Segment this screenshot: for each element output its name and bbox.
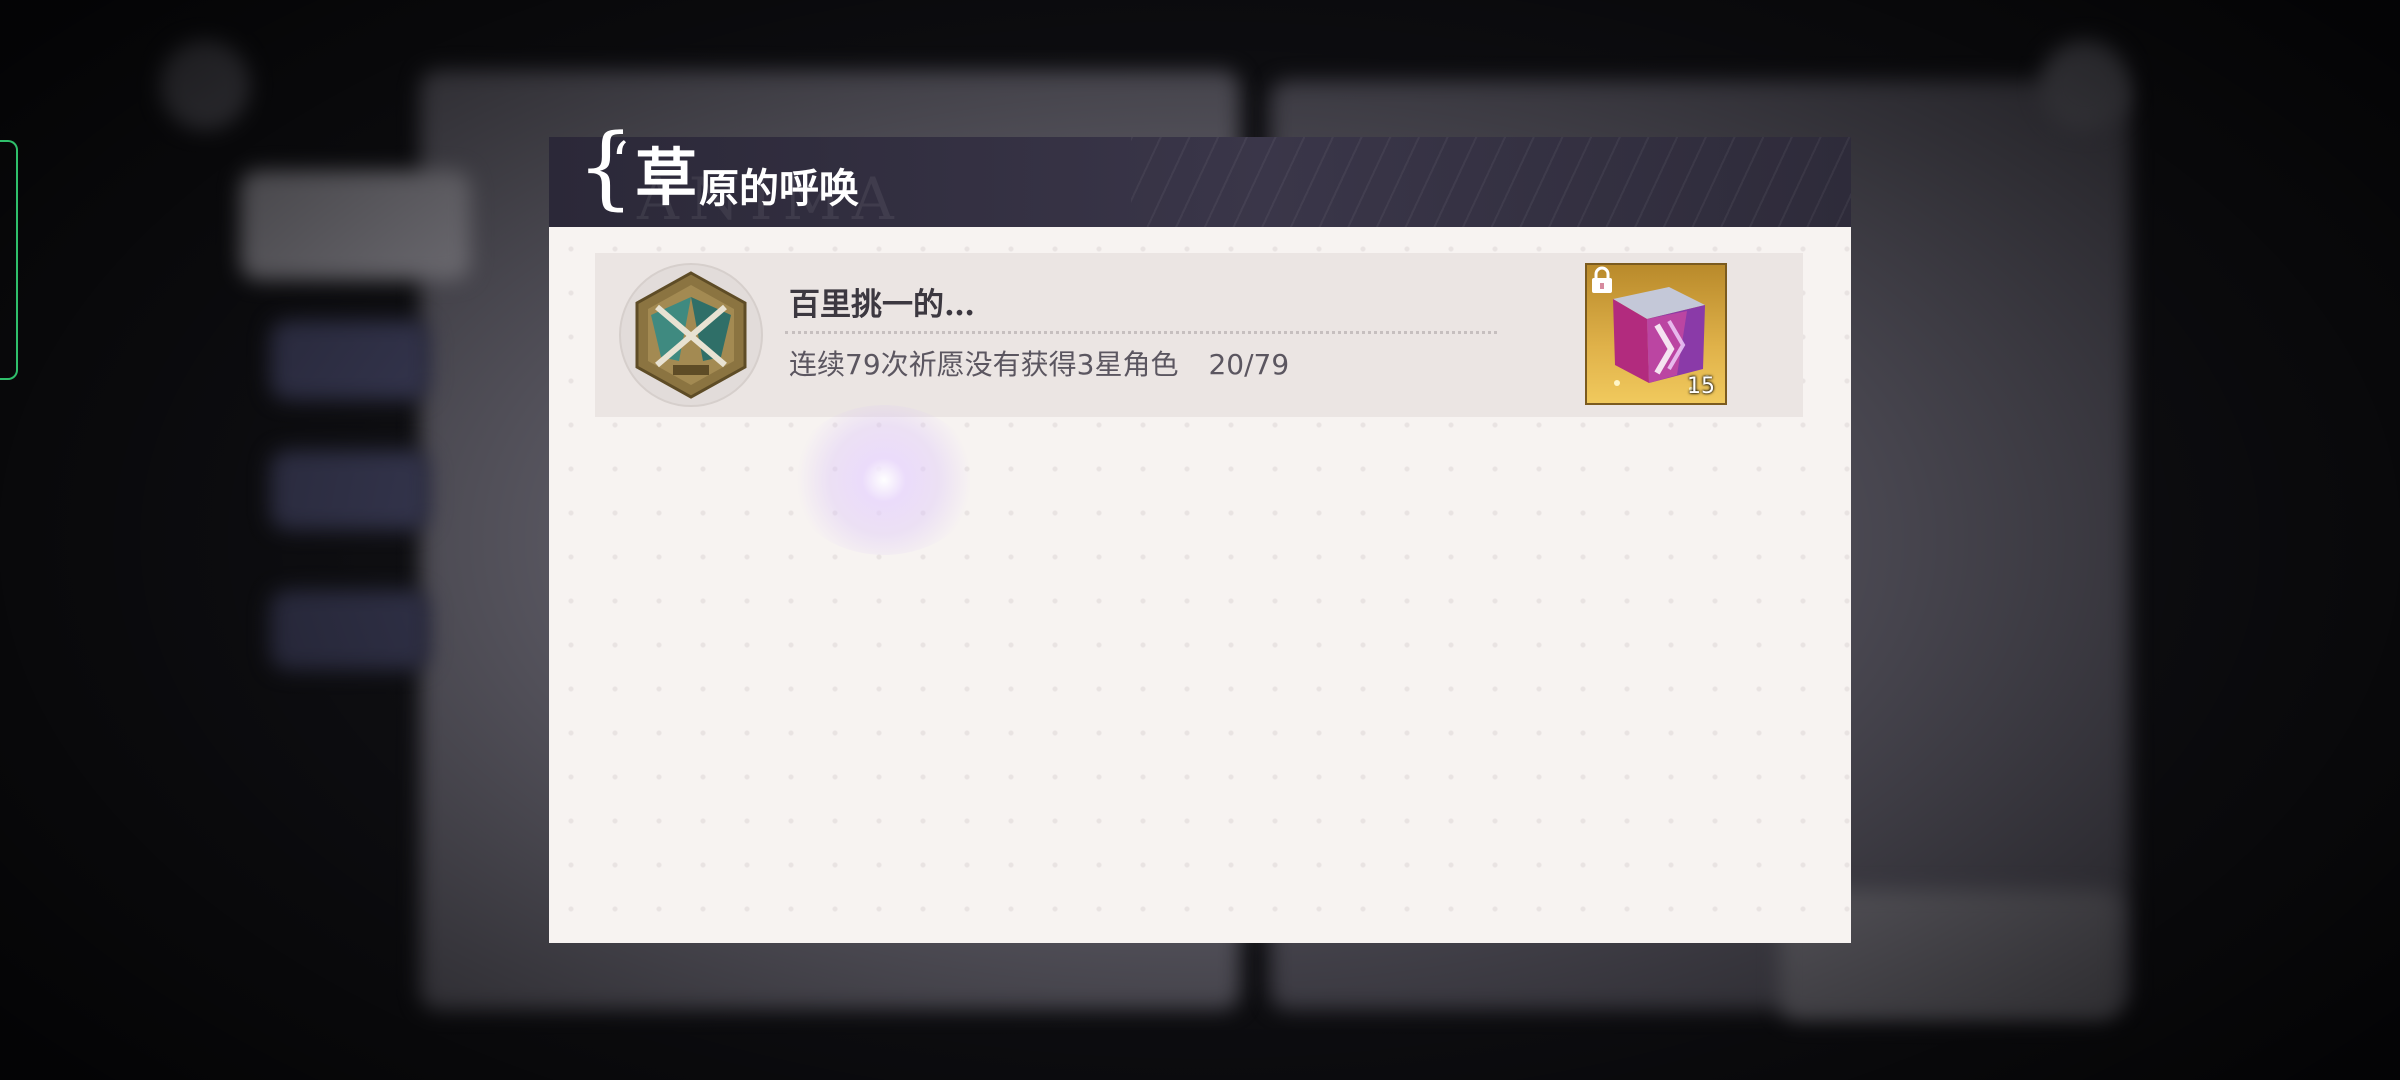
side-focus-marker — [0, 140, 18, 380]
dialog-title: 草 原的呼唤 — [635, 123, 859, 227]
divider — [785, 331, 1497, 334]
achievement-description-line: 连续79次祈愿没有获得3星角色 20/79 — [789, 343, 1289, 383]
dialog-title-first-char: 草 — [635, 141, 698, 214]
achievement-row[interactable]: 百里挑一的… 连续79次祈愿没有获得3星角色 20/79 15 — [595, 253, 1803, 417]
reward-item[interactable]: 15 — [1585, 263, 1727, 405]
crossed-swords-badge-icon — [619, 263, 763, 407]
achievement-title: 百里挑一的… — [789, 287, 975, 323]
lock-icon — [1592, 266, 1612, 293]
reward-count: 15 — [1687, 374, 1715, 399]
achievement-progress: 20/79 — [1208, 348, 1290, 381]
header-pattern — [1131, 137, 1851, 227]
touch-glow-effect — [789, 405, 979, 555]
achievement-list: 百里挑一的… 连续79次祈愿没有获得3星角色 20/79 15 — [549, 227, 1851, 943]
achievement-dialog: ANIMA { ‘ 草 原的呼唤 百里挑一的… 连续79次祈愿没有获得3星角色 … — [549, 123, 1851, 943]
dialog-title-rest: 原的呼唤 — [699, 165, 860, 212]
achievement-description: 连续79次祈愿没有获得3星角色 — [789, 348, 1179, 381]
title-tick-icon: ‘ — [611, 131, 629, 196]
